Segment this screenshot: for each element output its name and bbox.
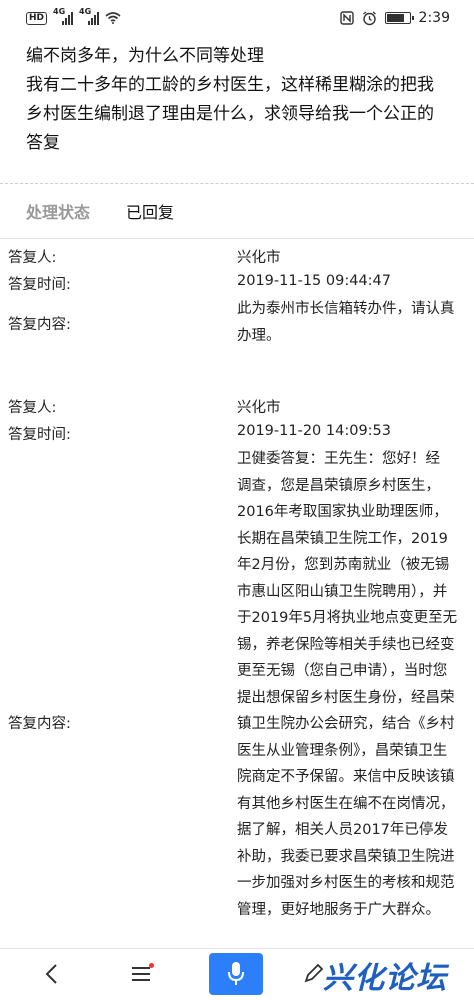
reply-content-line: 管理，更好地服务于广大群众。 [237,901,440,918]
reply-time-label: 答复时间: [8,277,71,293]
reply-content-label: 答复内容: [8,317,71,333]
reply-content-line: 补助，我委已要求昌荣镇卫生院进 [237,848,455,865]
reply-content-line: 镇卫生院办公会研究，结合《乡村 [237,716,455,732]
back-icon [45,964,57,984]
reply-content-line: 院商定不予保留。来信中反映该镇 [237,769,455,785]
voice-input-button[interactable] [209,953,263,995]
reply-content: 此为泰州市长信箱转办件，请认真 办理。 [237,296,469,349]
reply-time-label: 答复时间: [8,427,71,443]
wifi-icon [105,12,121,24]
signal-icon: 4G [79,7,100,25]
reply-content-line: 办理。 [237,327,281,344]
status-bar-right: 2:39 [339,10,450,26]
reply-content-line: 一步加强对乡村医生的考核和规范 [237,875,455,891]
reply-content-line: 此为泰州市长信箱转办件，请认真 [237,301,455,317]
reply-content-line: 有其他乡村医生在编不在岗情况， [237,795,455,812]
microphone-icon [228,962,244,985]
status-bar: HD 4G 4G 2:39 [0,0,474,36]
question-body-line: 答复 [26,133,60,153]
question-block: 编不岗多年，为什么不同等处理 我有二十多年的工龄的乡村医生，这样稀里糊涂的把我 … [26,42,456,158]
reply-content-line: 市惠山区阳山镇卫生院聘用），并 [237,583,448,600]
reply-content-line: 医生从业管理条例》，昌荣镇卫生 [237,742,448,759]
question-body-line: 我有二十多年的工龄的乡村医生，这样稀里糊涂的把我 [26,75,434,95]
watermark-logo: 兴化论坛 [300,950,470,1000]
reply-content-line: 长期在昌荣镇卫生院工作，2019 [237,530,448,547]
replier-label: 答复人: [8,400,57,416]
replier-value: 兴化市 [237,400,281,416]
status-value: 已回复 [126,203,175,222]
divider [0,238,474,239]
reply-content-line: 据了解，相关人员2017年已停发 [237,822,448,838]
status-bar-left: HD 4G 4G [26,7,121,25]
reply-content-line: 于2019年5月将执业地点变更至无 [237,610,458,626]
reply-content-line: 2016年考取国家执业助理医师， [237,504,448,520]
back-button[interactable] [38,961,64,987]
clock: 2:39 [418,10,450,26]
reply-time-value: 2019-11-20 14:09:53 [237,423,391,439]
hd-icon: HD [26,11,48,25]
notification-dot [149,963,154,968]
menu-button[interactable] [126,961,156,987]
dashed-divider [0,183,474,184]
reply-content-line: 更至无锡（您自己申请），当时您 [237,663,448,679]
reply-content-line: 调查，您是昌荣镇原乡村医生， [237,477,440,494]
reply-content-label: 答复内容: [8,716,71,732]
status-row: 处理状态 已回复 [26,196,174,226]
alarm-icon [362,10,376,25]
replier-value: 兴化市 [237,250,281,266]
question-body-line: 乡村医生编制退了理由是什么，求领导给我一个公正的 [26,104,434,124]
question-title: 编不岗多年，为什么不同等处理 [26,46,264,66]
reply-content-line: 年2月份，您到苏南就业（被无锡 [237,557,450,573]
battery-icon [384,12,414,24]
reply-content-line: 提出想保留乡村医生身份，经昌荣 [237,689,455,706]
reply-content: 卫健委答复：王先生：您好！经 调查，您是昌荣镇原乡村医生， 2016年考取国家执… [237,446,469,923]
status-label: 处理状态 [26,203,91,222]
replier-label: 答复人: [8,250,57,266]
reply-time-value: 2019-11-15 09:44:47 [237,273,391,289]
watermark-text: 兴化论坛 [323,961,447,996]
reply-content-line: 卫健委答复：王先生：您好！经 [237,451,440,467]
nfc-icon [339,11,354,25]
reply-content-line: 锡，养老保险等相关手续也已经变 [237,636,455,653]
signal-icon: 4G [53,7,74,25]
